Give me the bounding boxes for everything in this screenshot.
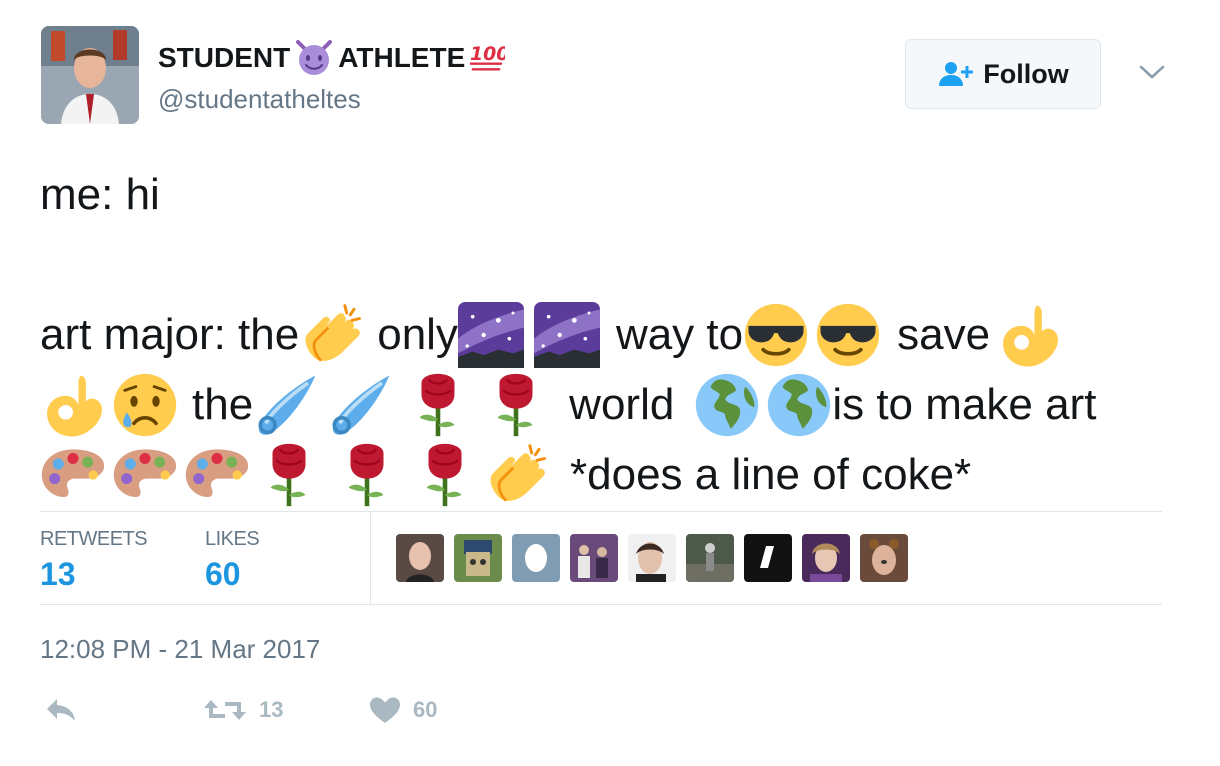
artist-palette-icon: [112, 442, 178, 508]
ok-hand-icon: [40, 372, 106, 438]
tweet-text-segment: the: [192, 380, 254, 429]
follow-label: Follow: [983, 58, 1069, 89]
likes-label: LIKES: [205, 528, 260, 550]
tweet-line-1: me: hi: [40, 170, 160, 219]
retweet-button[interactable]: 13: [203, 696, 283, 724]
tweet-timestamp[interactable]: 12:08 PM - 21 Mar 2017: [40, 634, 320, 665]
add-user-icon: [939, 62, 974, 86]
stats-vertical-divider: [370, 512, 371, 604]
tweet-line-4: *does a line of coke*: [40, 440, 1190, 510]
clapping-hands-icon: [299, 302, 365, 368]
tweet-text-segment: way to: [615, 310, 744, 359]
smiling-face-with-sunglasses-icon: [815, 302, 881, 368]
smiling-face-with-sunglasses-icon: [743, 302, 809, 368]
rose-icon: [405, 372, 471, 438]
retweets-label: RETWEETS: [40, 528, 148, 550]
display-name-part1[interactable]: STUDENT: [158, 42, 290, 74]
artist-palette-icon: [40, 442, 106, 508]
heart-icon: [370, 697, 400, 723]
liker-avatar[interactable]: [628, 534, 676, 582]
globe-africa-icon: [694, 372, 760, 438]
liker-avatar[interactable]: [860, 534, 908, 582]
hundred-points-icon: [467, 41, 505, 75]
tweet-text: me: hi art major: the only way to save t…: [40, 160, 1190, 510]
liker-avatar[interactable]: [512, 534, 560, 582]
likers-avatars: [396, 534, 908, 582]
tweet-text-segment: save: [897, 310, 991, 359]
liker-avatar[interactable]: [686, 534, 734, 582]
tweet-line-3: the world is to make art: [40, 370, 1190, 440]
tweet-text-segment: art major: the: [40, 310, 300, 359]
author-avatar[interactable]: [41, 26, 139, 124]
reply-button[interactable]: [44, 696, 90, 724]
liker-avatar[interactable]: [396, 534, 444, 582]
clapping-hands-icon: [484, 442, 550, 508]
tweet-text-segment: is to make art: [832, 380, 1097, 429]
rose-icon: [412, 442, 478, 508]
rose-icon: [483, 372, 549, 438]
reply-icon: [47, 699, 75, 721]
author-display-name[interactable]: STUDENT ATHLETE: [158, 40, 505, 76]
artist-palette-icon: [184, 442, 250, 508]
globe-africa-icon: [766, 372, 832, 438]
smiling-imp-icon: [292, 40, 336, 76]
retweets-count[interactable]: 13: [40, 556, 76, 593]
comet-icon: [327, 372, 393, 438]
ok-hand-icon: [996, 302, 1062, 368]
retweet-icon: [204, 700, 246, 720]
display-name-part2[interactable]: ATHLETE: [338, 42, 465, 74]
liker-avatar[interactable]: [454, 534, 502, 582]
tweet-text-segment: *does a line of coke*: [570, 450, 972, 499]
rose-icon: [334, 442, 400, 508]
stats-top-divider: [40, 511, 1162, 512]
stats-bottom-divider: [40, 604, 1162, 605]
like-button[interactable]: 60: [369, 696, 437, 724]
tweet-line-2: art major: the only way to save: [40, 300, 1190, 370]
liker-avatar[interactable]: [744, 534, 792, 582]
rose-icon: [256, 442, 322, 508]
like-count-action: 60: [413, 697, 438, 722]
author-handle[interactable]: @studentatheltes: [158, 84, 361, 115]
liker-avatar[interactable]: [802, 534, 850, 582]
sad-but-relieved-face-icon: [112, 372, 178, 438]
likes-count[interactable]: 60: [205, 556, 241, 593]
follow-button[interactable]: Follow: [905, 39, 1101, 109]
tweet-text-segment: world: [569, 380, 675, 429]
retweet-count-action: 13: [259, 697, 284, 722]
chevron-down-icon[interactable]: [1138, 62, 1166, 82]
liker-avatar[interactable]: [570, 534, 618, 582]
milky-way-icon: [534, 302, 600, 368]
tweet-text-segment: only: [377, 310, 458, 359]
comet-icon: [253, 372, 319, 438]
milky-way-icon: [458, 302, 524, 368]
